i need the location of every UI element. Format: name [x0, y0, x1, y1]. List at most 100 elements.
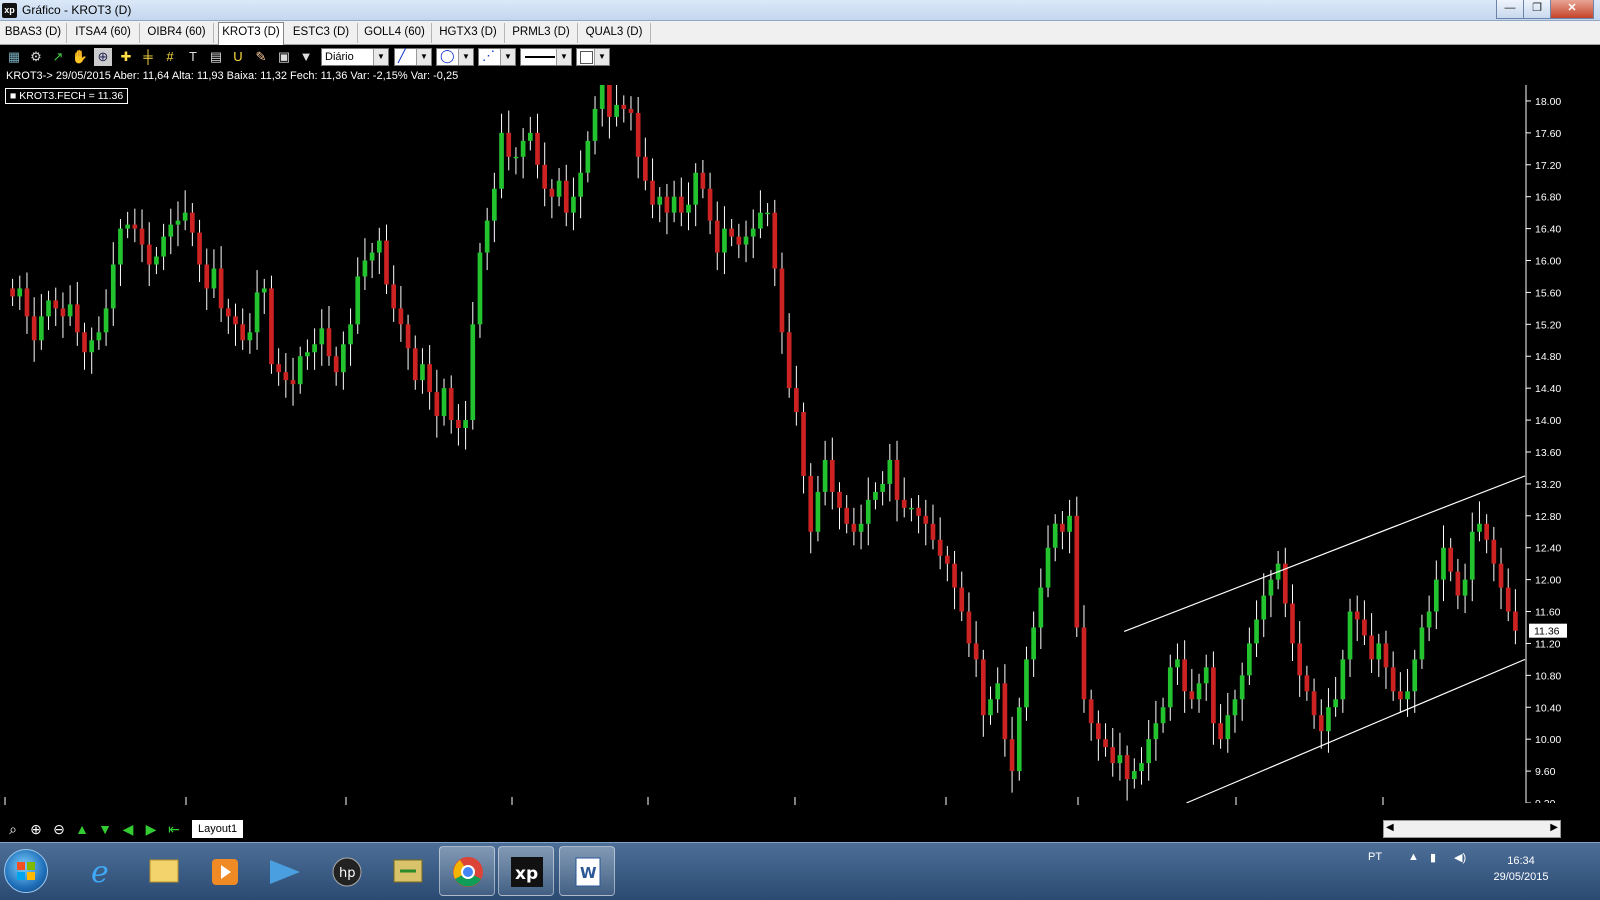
- indicator-icon[interactable]: ↗: [49, 48, 67, 66]
- candle-body: [1369, 635, 1374, 660]
- tab-estc3[interactable]: ESTC3 (D): [285, 23, 358, 43]
- hand-icon[interactable]: ✋: [71, 48, 89, 66]
- text-tool-icon[interactable]: T: [184, 48, 202, 66]
- arrow-right-icon[interactable]: ▶: [142, 820, 160, 838]
- quote-info: KROT3-> 29/05/2015 Aber: 11,64 Alta: 11,…: [6, 70, 459, 82]
- word-icon[interactable]: W: [559, 846, 615, 896]
- candlestick-chart[interactable]: 18.00 17.60 17.20 16.80 16.40 16.00 15.60 15.20…: [0, 85, 1600, 805]
- grid-icon[interactable]: ╪: [139, 48, 157, 66]
- line-style-select[interactable]: ▼: [520, 48, 572, 66]
- chevron-down-icon: ▼: [500, 49, 515, 65]
- layout-tab[interactable]: Layout1: [192, 820, 244, 838]
- tab-bbas3[interactable]: BBAS3 (D): [0, 23, 67, 43]
- magnet-icon[interactable]: U: [229, 48, 247, 66]
- minimize-button[interactable]: —: [1496, 0, 1524, 19]
- y-tick-label: 11.20: [1535, 638, 1561, 650]
- media-player-icon[interactable]: [197, 846, 253, 896]
- candle-body: [973, 643, 979, 660]
- close-button[interactable]: ✕: [1550, 0, 1594, 19]
- color-select[interactable]: ▼: [576, 48, 610, 66]
- candle-body: [211, 268, 217, 289]
- candle-body: [1383, 643, 1389, 668]
- candle-body: [225, 308, 231, 317]
- arrow-down-icon[interactable]: ▼: [96, 820, 114, 838]
- chart-icon[interactable]: ▦: [5, 48, 23, 66]
- maximize-button[interactable]: ❐: [1523, 0, 1551, 19]
- zoom-icon[interactable]: ⌕: [4, 820, 22, 838]
- xp-app-icon: xp: [2, 3, 17, 18]
- chrome-icon[interactable]: [439, 846, 495, 896]
- candle-body: [420, 364, 425, 381]
- xp-app-icon[interactable]: xp: [498, 846, 554, 896]
- candle-body: [355, 276, 361, 325]
- language-indicator[interactable]: PT: [1368, 851, 1382, 863]
- candle-body: [341, 344, 346, 373]
- y-tick-label: 9.60: [1535, 766, 1556, 778]
- candle-body: [1031, 627, 1036, 660]
- remote-desktop-icon[interactable]: [258, 846, 314, 896]
- candle-body: [1124, 755, 1130, 780]
- tab-prml3[interactable]: PRML3 (D): [505, 23, 578, 43]
- candle-body: [175, 220, 181, 225]
- system-clock[interactable]: 16:34 29/05/2015: [1486, 853, 1556, 885]
- start-button[interactable]: [4, 849, 48, 893]
- circle-tool-select[interactable]: ◯ ▼: [436, 48, 474, 66]
- candle-body: [434, 392, 440, 417]
- candle-body: [858, 523, 864, 532]
- line-tool-select[interactable]: ╱ ▼: [394, 48, 432, 66]
- tab-oibr4[interactable]: OIBR4 (60): [140, 23, 214, 43]
- window-title: Gráfico - KROT3 (D): [22, 3, 132, 17]
- clock-time: 16:34: [1507, 855, 1535, 867]
- candle-body: [31, 316, 37, 341]
- tab-qual3[interactable]: QUAL3 (D): [578, 23, 651, 43]
- chevron-down-icon: ▼: [373, 49, 388, 65]
- candle-body: [161, 236, 166, 257]
- tab-hgtx3[interactable]: HGTX3 (D): [432, 23, 505, 43]
- explorer-icon[interactable]: [136, 846, 192, 896]
- arrow-up-icon[interactable]: ▲: [73, 820, 91, 838]
- candle-body: [815, 491, 821, 532]
- crosshair-icon[interactable]: ✚: [117, 48, 135, 66]
- tab-itsa4[interactable]: ITSA4 (60): [67, 23, 140, 43]
- arrow-end-icon[interactable]: ⇤: [165, 820, 183, 838]
- chevron-down-icon: ▼: [594, 49, 609, 65]
- tab-goll4[interactable]: GOLL4 (60): [358, 23, 432, 43]
- tab-krot3[interactable]: KROT3 (D): [218, 22, 284, 45]
- period-select[interactable]: Diário ▼: [321, 48, 389, 66]
- zoom-in-icon[interactable]: ⊕: [27, 820, 45, 838]
- scroll-right-icon[interactable]: ▶: [1550, 822, 1558, 833]
- brush-icon[interactable]: ✎: [252, 48, 270, 66]
- filter-icon[interactable]: ▼: [297, 48, 315, 66]
- network-icon[interactable]: ▮: [1430, 851, 1436, 864]
- scroll-left-icon[interactable]: ◀: [1386, 822, 1394, 833]
- candle-body: [916, 507, 921, 516]
- volume-icon[interactable]: ◀): [1454, 851, 1466, 864]
- candle-body: [1419, 627, 1425, 660]
- candle-body: [1203, 667, 1209, 684]
- y-tick-label: 17.60: [1535, 128, 1561, 140]
- candle-body: [110, 264, 116, 309]
- fan-tool-select[interactable]: ⋰ ▼: [478, 48, 516, 66]
- calculator-icon[interactable]: ▤: [207, 48, 225, 66]
- candle-body: [542, 164, 548, 189]
- ie-icon[interactable]: e: [75, 846, 131, 896]
- show-hidden-icons-icon[interactable]: ▲: [1408, 851, 1419, 863]
- hp-icon[interactable]: hp: [319, 846, 375, 896]
- clipboard-icon[interactable]: ▣: [275, 48, 293, 66]
- candle-body: [635, 112, 641, 157]
- zoom-area-icon[interactable]: ⊕: [94, 48, 112, 66]
- candle-body: [96, 332, 102, 341]
- zoom-out-icon[interactable]: ⊖: [50, 820, 68, 838]
- candle-body: [887, 459, 893, 484]
- horizontal-scrollbar[interactable]: ◀ ▶: [1383, 820, 1561, 838]
- period-value: Diário: [325, 51, 354, 63]
- svg-text:xp: xp: [515, 864, 538, 884]
- candle-body: [707, 188, 713, 221]
- candle-body: [945, 555, 950, 564]
- arrow-left-icon[interactable]: ◀: [119, 820, 137, 838]
- candle-body: [254, 292, 260, 333]
- gear-icon[interactable]: ⚙: [27, 48, 45, 66]
- grid-icon-2[interactable]: #: [161, 48, 179, 66]
- candle-body: [556, 180, 562, 197]
- file-sync-icon[interactable]: [380, 846, 436, 896]
